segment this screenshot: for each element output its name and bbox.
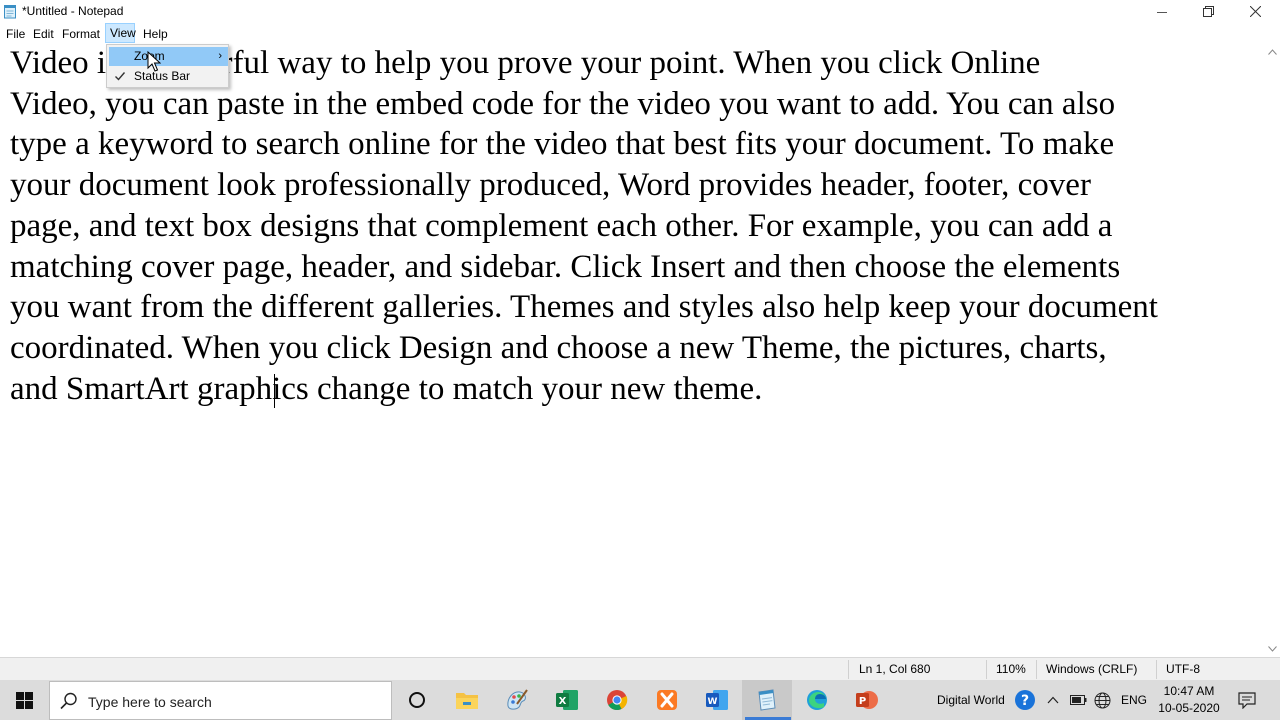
status-line-ending: Windows (CRLF) bbox=[1046, 662, 1138, 676]
paint-icon bbox=[507, 689, 528, 710]
clock-time: 10:47 AM bbox=[1163, 684, 1215, 698]
text-line: page, and text box designs that compleme… bbox=[10, 207, 1113, 244]
excel-icon: X bbox=[556, 690, 578, 710]
status-encoding: UTF-8 bbox=[1166, 662, 1200, 676]
text-editor[interactable]: Video is a powerful way to help you prov… bbox=[0, 43, 1264, 657]
checkmark-icon bbox=[115, 72, 126, 81]
text-line: you want from the different galleries. T… bbox=[10, 289, 1158, 326]
status-separator bbox=[1036, 660, 1037, 679]
menu-file[interactable]: File bbox=[5, 25, 26, 43]
tray-label: Digital World bbox=[937, 693, 1005, 707]
notepad-icon bbox=[758, 689, 776, 711]
taskbar-excel[interactable]: X bbox=[542, 680, 592, 720]
status-bar: Ln 1, Col 680 110% Windows (CRLF) UTF-8 bbox=[0, 657, 1280, 680]
taskbar-powerpoint[interactable]: P bbox=[842, 680, 892, 720]
taskbar-chrome[interactable] bbox=[592, 680, 642, 720]
mouse-pointer-icon bbox=[147, 51, 161, 72]
taskbar-xampp[interactable] bbox=[642, 680, 692, 720]
menu-view[interactable]: View bbox=[105, 23, 136, 43]
restore-icon bbox=[1202, 6, 1214, 17]
taskbar: Type here to search X W P Digital World … bbox=[0, 680, 1280, 720]
battery-icon bbox=[1070, 695, 1087, 705]
restore-button[interactable] bbox=[1185, 0, 1231, 23]
svg-text:?: ? bbox=[1021, 693, 1029, 709]
minimize-button[interactable] bbox=[1139, 0, 1185, 23]
globe-icon bbox=[1094, 692, 1111, 708]
menu-item-zoom[interactable]: Zoom › bbox=[109, 47, 228, 66]
taskbar-paint[interactable] bbox=[492, 680, 542, 720]
status-separator bbox=[848, 660, 849, 679]
menu-edit[interactable]: Edit bbox=[32, 25, 55, 43]
title-bar: *Untitled - Notepad bbox=[0, 0, 1280, 23]
taskbar-file-explorer[interactable] bbox=[442, 680, 492, 720]
battery-tray-button[interactable] bbox=[1070, 680, 1087, 720]
taskbar-notepad[interactable] bbox=[742, 680, 792, 720]
status-zoom: 110% bbox=[996, 662, 1026, 676]
start-button[interactable] bbox=[0, 680, 48, 720]
menu-item-label: Status Bar bbox=[134, 69, 191, 83]
input-language[interactable]: ENG bbox=[1121, 680, 1147, 720]
view-dropdown-menu: Zoom › Status Bar bbox=[106, 44, 229, 88]
cortana-button[interactable] bbox=[392, 680, 442, 720]
xampp-icon bbox=[657, 690, 677, 710]
document-text[interactable]: Video is a powerful way to help you prov… bbox=[10, 43, 1260, 409]
chevron-right-icon: › bbox=[218, 50, 222, 62]
vertical-scrollbar[interactable] bbox=[1264, 43, 1280, 657]
windows-logo-icon bbox=[15, 691, 33, 709]
close-button[interactable] bbox=[1232, 0, 1278, 23]
status-cursor-position: Ln 1, Col 680 bbox=[859, 662, 931, 676]
taskbar-search-box[interactable]: Type here to search bbox=[49, 681, 392, 720]
clock-date: 10-05-2020 bbox=[1158, 701, 1220, 715]
cortana-icon bbox=[409, 692, 425, 708]
menu-item-status-bar[interactable]: Status Bar bbox=[109, 67, 228, 86]
help-tray-button[interactable]: ? bbox=[1014, 680, 1036, 720]
text-line: type a keyword to search online for the … bbox=[10, 126, 1115, 163]
text-line: and SmartArt graphics change to match yo… bbox=[10, 370, 763, 407]
scroll-up-button[interactable] bbox=[1264, 43, 1280, 60]
close-icon bbox=[1249, 6, 1261, 17]
powerpoint-icon: P bbox=[856, 691, 878, 709]
chevron-up-icon bbox=[1267, 48, 1277, 55]
svg-text:W: W bbox=[708, 697, 718, 707]
show-hidden-icons-button[interactable] bbox=[1047, 680, 1059, 720]
svg-text:P: P bbox=[859, 696, 866, 707]
notification-icon bbox=[1238, 691, 1256, 709]
menu-bar: File Edit Format Help bbox=[0, 23, 1280, 43]
taskbar-clock[interactable]: 10:47 AM 10-05-2020 bbox=[1150, 683, 1228, 717]
status-separator bbox=[1156, 660, 1157, 679]
text-line: coordinated. When you click Design and c… bbox=[10, 329, 1107, 366]
scroll-down-button[interactable] bbox=[1264, 640, 1280, 657]
taskbar-word[interactable]: W bbox=[692, 680, 742, 720]
chevron-down-icon bbox=[1267, 645, 1277, 652]
search-icon bbox=[60, 692, 77, 710]
action-center-button[interactable] bbox=[1238, 680, 1256, 720]
chrome-icon bbox=[607, 690, 628, 710]
menu-format[interactable]: Format bbox=[61, 25, 101, 43]
text-line: Video, you can paste in the embed code f… bbox=[10, 85, 1116, 122]
word-icon: W bbox=[706, 690, 728, 710]
network-tray-button[interactable] bbox=[1094, 680, 1111, 720]
chevron-up-icon bbox=[1047, 696, 1059, 704]
taskbar-edge[interactable] bbox=[792, 680, 842, 720]
text-line: your document look professionally produc… bbox=[10, 167, 1091, 204]
status-separator bbox=[986, 660, 987, 679]
menu-help[interactable]: Help bbox=[142, 25, 169, 43]
text-line: matching cover page, header, and sidebar… bbox=[10, 248, 1121, 285]
help-icon: ? bbox=[1015, 690, 1035, 710]
file-explorer-icon bbox=[456, 693, 478, 709]
minimize-icon bbox=[1157, 11, 1167, 13]
svg-text:X: X bbox=[559, 696, 567, 707]
text-caret bbox=[274, 374, 275, 408]
edge-icon bbox=[807, 690, 827, 710]
search-placeholder: Type here to search bbox=[88, 694, 212, 710]
notepad-app-icon bbox=[4, 5, 16, 19]
window-title: *Untitled - Notepad bbox=[22, 4, 124, 18]
